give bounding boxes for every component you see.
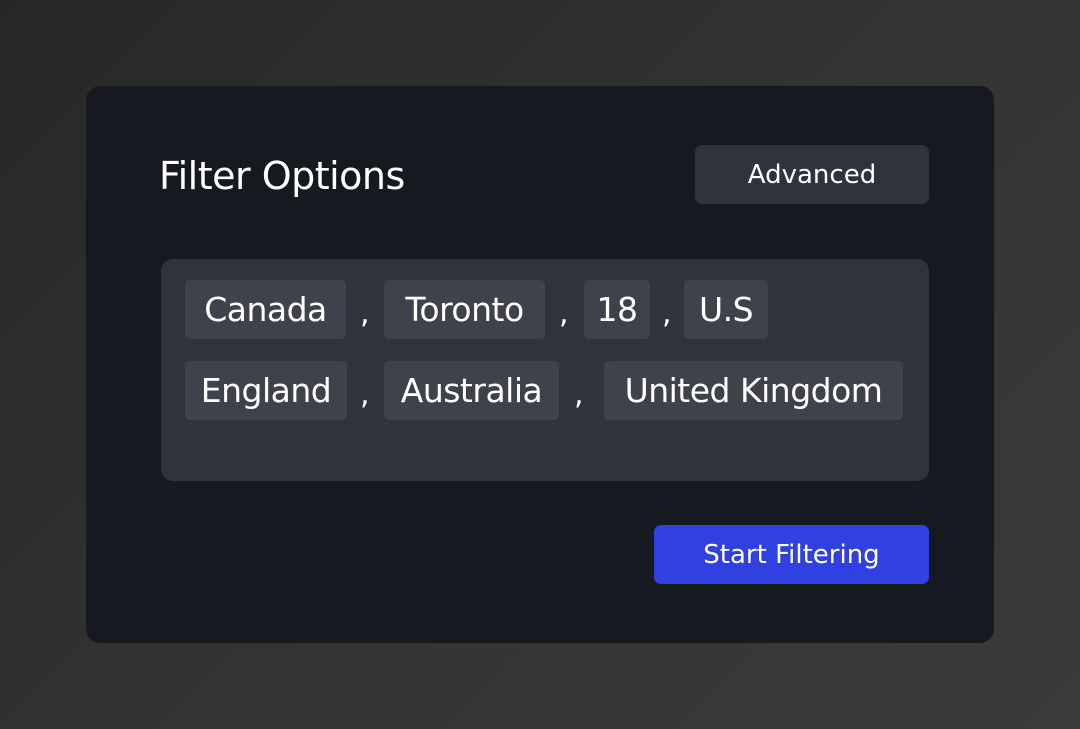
tag-input-box[interactable]: Canada , Toronto , 18 , U.S England , Au… — [161, 259, 929, 481]
advanced-button[interactable]: Advanced — [695, 145, 929, 204]
tag-separator: , — [360, 296, 370, 331]
filter-options-card: Filter Options Advanced Canada , Toronto… — [86, 86, 994, 643]
tag-toronto[interactable]: Toronto — [384, 280, 545, 339]
card-title: Filter Options — [159, 154, 405, 198]
tag-separator: , — [662, 296, 672, 331]
tag-18[interactable]: 18 — [584, 280, 650, 339]
start-filtering-button[interactable]: Start Filtering — [654, 525, 929, 584]
tag-united-kingdom[interactable]: United Kingdom — [604, 361, 903, 420]
tag-england[interactable]: England — [185, 361, 347, 420]
tag-us[interactable]: U.S — [684, 280, 768, 339]
tag-separator: , — [559, 296, 569, 331]
tag-australia[interactable]: Australia — [384, 361, 559, 420]
tag-separator: , — [360, 377, 370, 412]
tag-separator: , — [574, 377, 584, 412]
tag-canada[interactable]: Canada — [185, 280, 346, 339]
